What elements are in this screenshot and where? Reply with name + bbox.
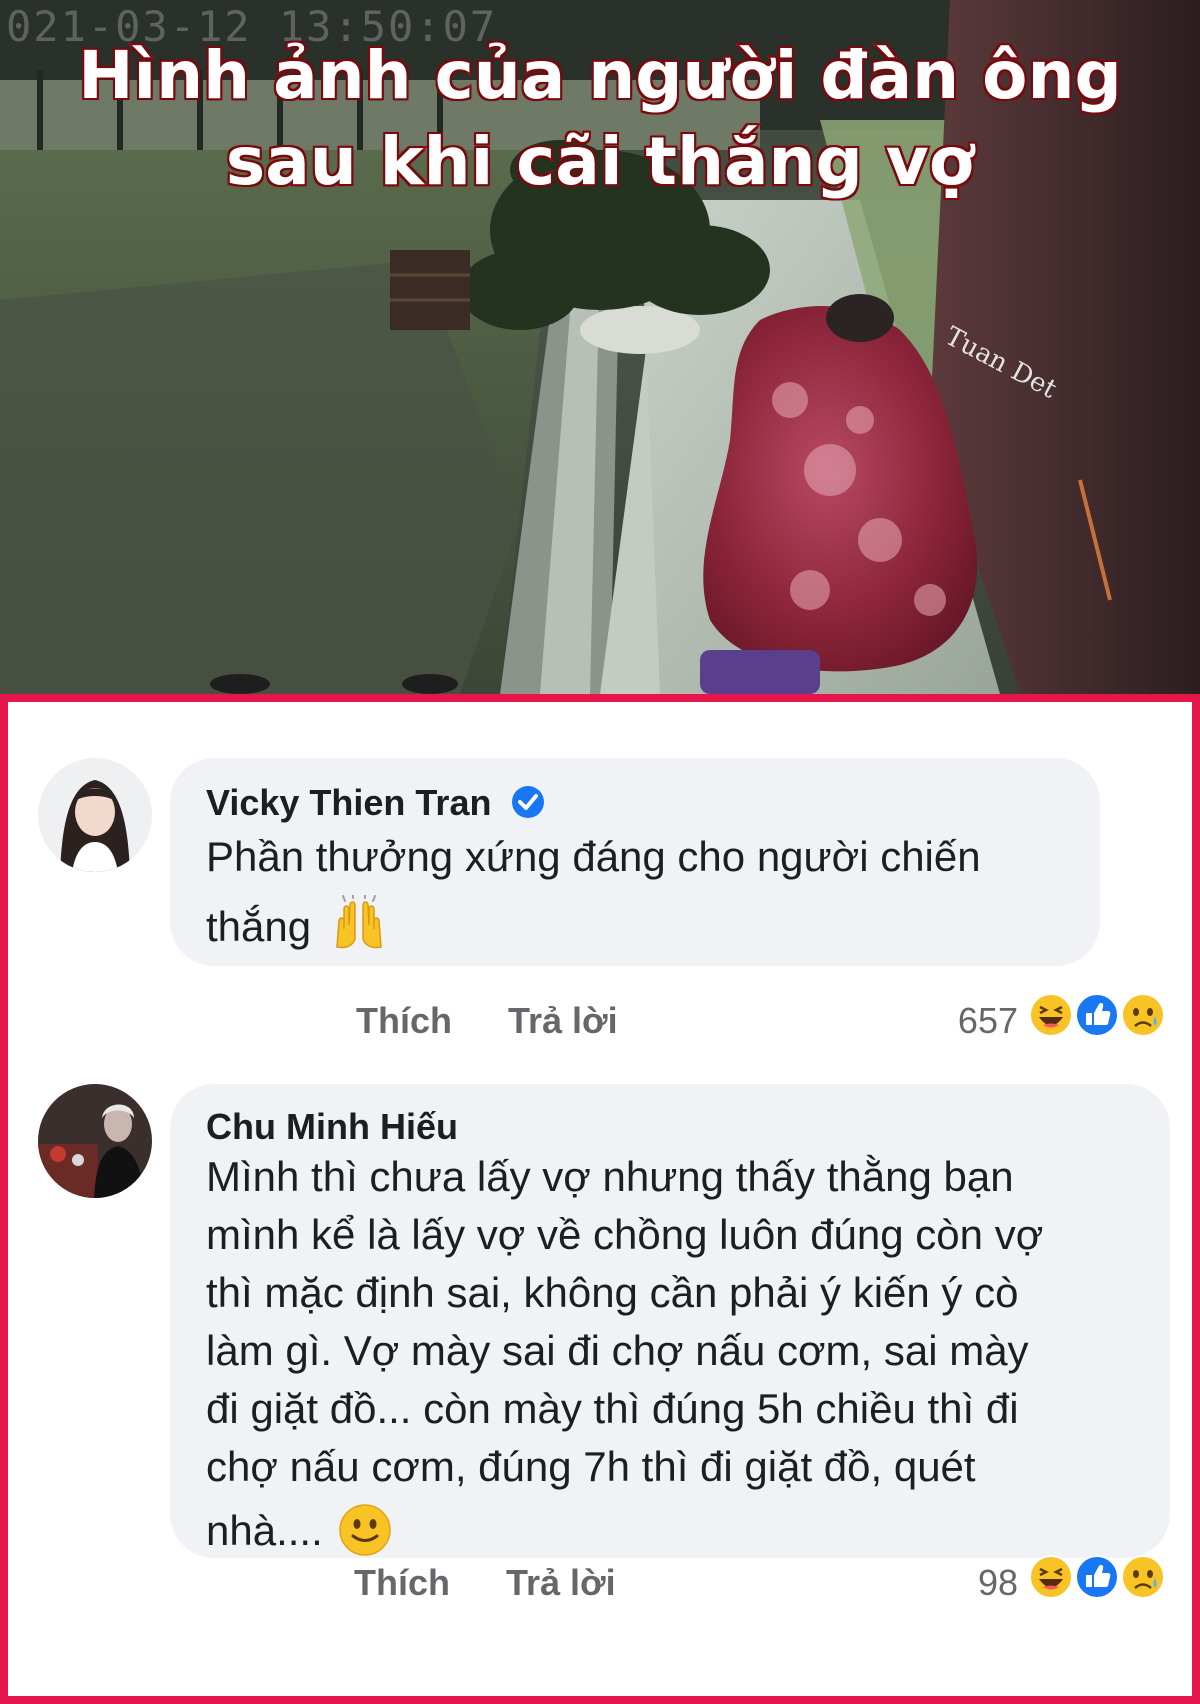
comment-author[interactable]: Vicky Thien Tran (206, 782, 547, 824)
comment-text-line-end: nhà.... (206, 1507, 323, 1554)
comment-text-line-end: thắng (206, 903, 312, 950)
sad-reaction-icon (1121, 993, 1165, 1037)
reaction-count[interactable]: 657 (928, 1000, 1018, 1042)
comment-author[interactable]: Chu Minh Hiếu (206, 1106, 458, 1148)
sad-reaction-icon (1121, 1555, 1165, 1599)
headline-line-1: Hình ảnh của người đàn ông (76, 35, 1123, 116)
comment-text: Phần thưởng xứng đáng cho người chiến th… (206, 822, 1086, 962)
comment-text-line: thì mặc định sai, không cần phải ý kiến … (206, 1269, 1019, 1316)
comment-text-line: đi giặt đồ... còn mày thì đúng 5h chiều … (206, 1385, 1019, 1432)
avatar[interactable] (38, 758, 152, 872)
avatar-vicky-image (38, 758, 152, 872)
reply-button[interactable]: Trả lời (508, 1000, 618, 1042)
like-reaction-icon (1075, 993, 1119, 1037)
comment-text-line: Phần thưởng xứng đáng cho người chiến (206, 833, 981, 880)
like-button[interactable]: Thích (356, 1000, 452, 1042)
comment-author-name: Vicky Thien Tran (206, 782, 492, 823)
avatar[interactable] (38, 1084, 152, 1198)
reply-button[interactable]: Trả lời (506, 1562, 616, 1604)
avatar-chu-minh-hieu-image (38, 1084, 152, 1198)
haha-reaction-icon (1029, 993, 1073, 1037)
meme-post: 021-03-12 13:50:07 Tuan Det Hình ảnh của… (0, 0, 1200, 1704)
like-button[interactable]: Thích (354, 1562, 450, 1604)
comment-text-line: mình kể là lấy vợ về chồng luôn đúng còn… (206, 1211, 1044, 1258)
cctv-photo: 021-03-12 13:50:07 Tuan Det Hình ảnh của… (0, 0, 1200, 694)
comment-text-line: nhà.... (206, 1496, 1156, 1566)
slightly-smiling-face-emoji-icon (339, 1504, 392, 1556)
comments-screenshot: Vicky Thien Tran Phần thưởng xứng đáng c… (0, 694, 1200, 1704)
headline-line-2: sau khi cãi thắng vợ (224, 121, 976, 202)
reaction-count[interactable]: 98 (928, 1562, 1018, 1604)
like-reaction-icon (1075, 1555, 1119, 1599)
comment-text-line: chợ nấu cơm, đúng 7h thì đi giặt đồ, qué… (206, 1443, 976, 1490)
comment-text-line: thắng (206, 892, 1086, 962)
comment-text: Mình thì chưa lấy vợ nhưng thấy thằng bạ… (206, 1148, 1156, 1566)
verified-badge-icon (512, 786, 545, 818)
raising-hands-emoji-icon (335, 895, 382, 949)
haha-reaction-icon (1029, 1555, 1073, 1599)
comment-text-line: làm gì. Vợ mày sai đi chợ nấu cơm, sai m… (206, 1327, 1029, 1374)
comment-text-line: Mình thì chưa lấy vợ nhưng thấy thằng bạ… (206, 1153, 1014, 1200)
